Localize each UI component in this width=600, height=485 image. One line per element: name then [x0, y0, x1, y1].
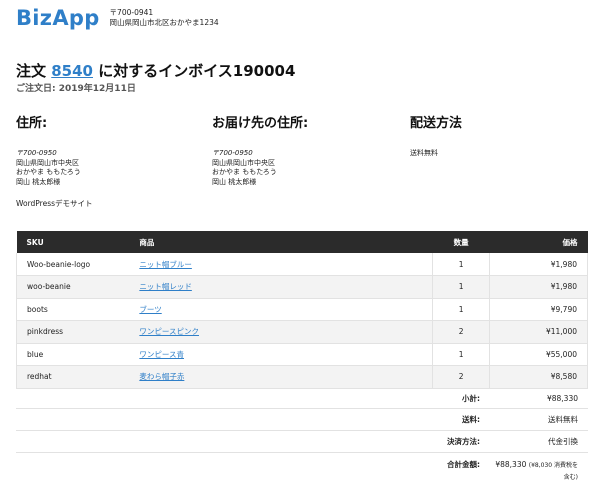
billing-line3: 岡山 桃太郎様 — [16, 177, 61, 186]
invoice-title-suffix: に対するインボイス190004 — [98, 62, 296, 80]
shipping-row: 送料: 送料無料 — [16, 409, 588, 431]
delivery-heading: 配送方法 — [410, 116, 463, 131]
row-qty: 1 — [432, 343, 490, 366]
billing-zip: 〒700-0950 — [16, 149, 57, 157]
row-sku: pinkdress — [16, 320, 130, 344]
row-qty: 2 — [432, 365, 490, 389]
total-value-cell: ¥88,330 (¥8,030 消費税を含む) — [490, 459, 588, 483]
shipping-line2: おかやま ももたろう — [212, 168, 277, 176]
table-row: redhat 麦わら帽子赤 2 ¥8,580 — [16, 365, 588, 389]
row-qty: 1 — [432, 275, 490, 299]
subtotal-value: ¥88,330 — [546, 393, 578, 403]
row-qty: 1 — [432, 298, 490, 321]
total-row: 合計金額: ¥88,330 (¥8,030 消費税を含む) — [16, 453, 588, 481]
product-link[interactable]: ワンピース青 — [139, 350, 184, 359]
shipping-label: 送料: — [462, 415, 480, 424]
store-logo: BizApp — [16, 6, 100, 30]
col-sku-header: SKU — [16, 231, 130, 253]
row-price: ¥8,580 — [489, 365, 588, 389]
subtotal-label: 小計: — [462, 393, 480, 403]
row-qty: 2 — [432, 320, 490, 344]
row-sku: blue — [16, 343, 130, 366]
table-row: Woo-beanie-logo ニット帽ブルー 1 ¥1,980 — [16, 253, 588, 276]
store-zip: 〒700-0941 — [109, 8, 154, 17]
delivery-method: 配送方法 送料無料 — [410, 112, 590, 159]
shipping-heading: お届け先の住所: — [212, 116, 309, 131]
store-address: 〒700-0941 岡山県岡山市北区おかやま1234 — [110, 8, 219, 28]
invoice-title: 注文 8540 に対するインボイス190004 — [16, 60, 295, 81]
table-row: boots ブーツ 1 ¥9,790 — [16, 298, 588, 321]
shipping-value: 送料無料 — [548, 415, 578, 424]
table-row: blue ワンピース青 1 ¥55,000 — [16, 343, 588, 366]
row-price: ¥9,790 — [489, 298, 588, 321]
table-row: pinkdress ワンピースピンク 2 ¥11,000 — [16, 320, 588, 344]
billing-address: 住所: 〒700-0950 岡山県岡山市中央区 おかやま ももたろう 岡山 桃太… — [16, 112, 196, 187]
billing-line1: 岡山県岡山市中央区 — [16, 158, 79, 167]
product-link[interactable]: ニット帽ブルー — [139, 260, 192, 269]
shipping-line1: 岡山県岡山市中央区 — [212, 158, 275, 167]
table-header-row: SKU 商品 数量 価格 — [16, 231, 588, 253]
col-qty-header: 数量 — [432, 231, 490, 253]
product-link[interactable]: ワンピースピンク — [139, 327, 199, 336]
row-sku: redhat — [16, 365, 130, 389]
col-price-header: 価格 — [489, 231, 588, 253]
product-link[interactable]: 麦わら帽子赤 — [139, 372, 184, 381]
row-price: ¥11,000 — [489, 320, 588, 344]
row-sku: woo-beanie — [16, 275, 130, 299]
total-value: ¥88,330 — [495, 460, 527, 469]
product-link[interactable]: ブーツ — [139, 305, 161, 314]
billing-heading: 住所: — [16, 116, 48, 131]
col-product-header: 商品 — [129, 231, 433, 253]
row-sku: boots — [16, 298, 130, 321]
shipping-address: お届け先の住所: 〒700-0950 岡山県岡山市中央区 おかやま ももたろう … — [212, 112, 392, 187]
row-price: ¥55,000 — [489, 343, 588, 366]
row-price: ¥1,980 — [489, 253, 588, 276]
payment-label: 決済方法: — [447, 437, 480, 446]
product-link[interactable]: ニット帽レッド — [139, 282, 192, 291]
order-totals: 小計: ¥88,330 送料: 送料無料 決済方法: 代金引換 合計金額: ¥8… — [16, 388, 588, 481]
payment-value: 代金引換 — [548, 437, 578, 446]
site-name: WordPressデモサイト — [16, 199, 93, 208]
payment-row: 決済方法: 代金引換 — [16, 431, 588, 453]
row-qty: 1 — [432, 253, 490, 276]
subtotal-row: 小計: ¥88,330 — [16, 388, 588, 409]
order-items-table: SKU 商品 数量 価格 Woo-beanie-logo ニット帽ブルー 1 ¥… — [16, 231, 588, 389]
shipping-line3: 岡山 桃太郎様 — [212, 177, 257, 186]
order-number-link[interactable]: 8540 — [51, 62, 93, 80]
total-tax-note: (¥8,030 消費税を含む) — [528, 462, 578, 481]
order-date: ご注文日: 2019年12月11日 — [16, 84, 136, 94]
row-sku: Woo-beanie-logo — [16, 253, 130, 276]
table-row: woo-beanie ニット帽レッド 1 ¥1,980 — [16, 275, 588, 299]
total-label: 合計金額: — [447, 460, 480, 469]
row-price: ¥1,980 — [489, 275, 588, 299]
invoice-title-prefix: 注文 — [16, 62, 47, 80]
delivery-value: 送料無料 — [410, 149, 438, 157]
shipping-zip: 〒700-0950 — [212, 149, 253, 157]
billing-line2: おかやま ももたろう — [16, 168, 81, 176]
store-address-line: 岡山県岡山市北区おかやま1234 — [109, 18, 219, 27]
invoice-header: BizApp 〒700-0941 岡山県岡山市北区おかやま1234 — [16, 6, 219, 30]
